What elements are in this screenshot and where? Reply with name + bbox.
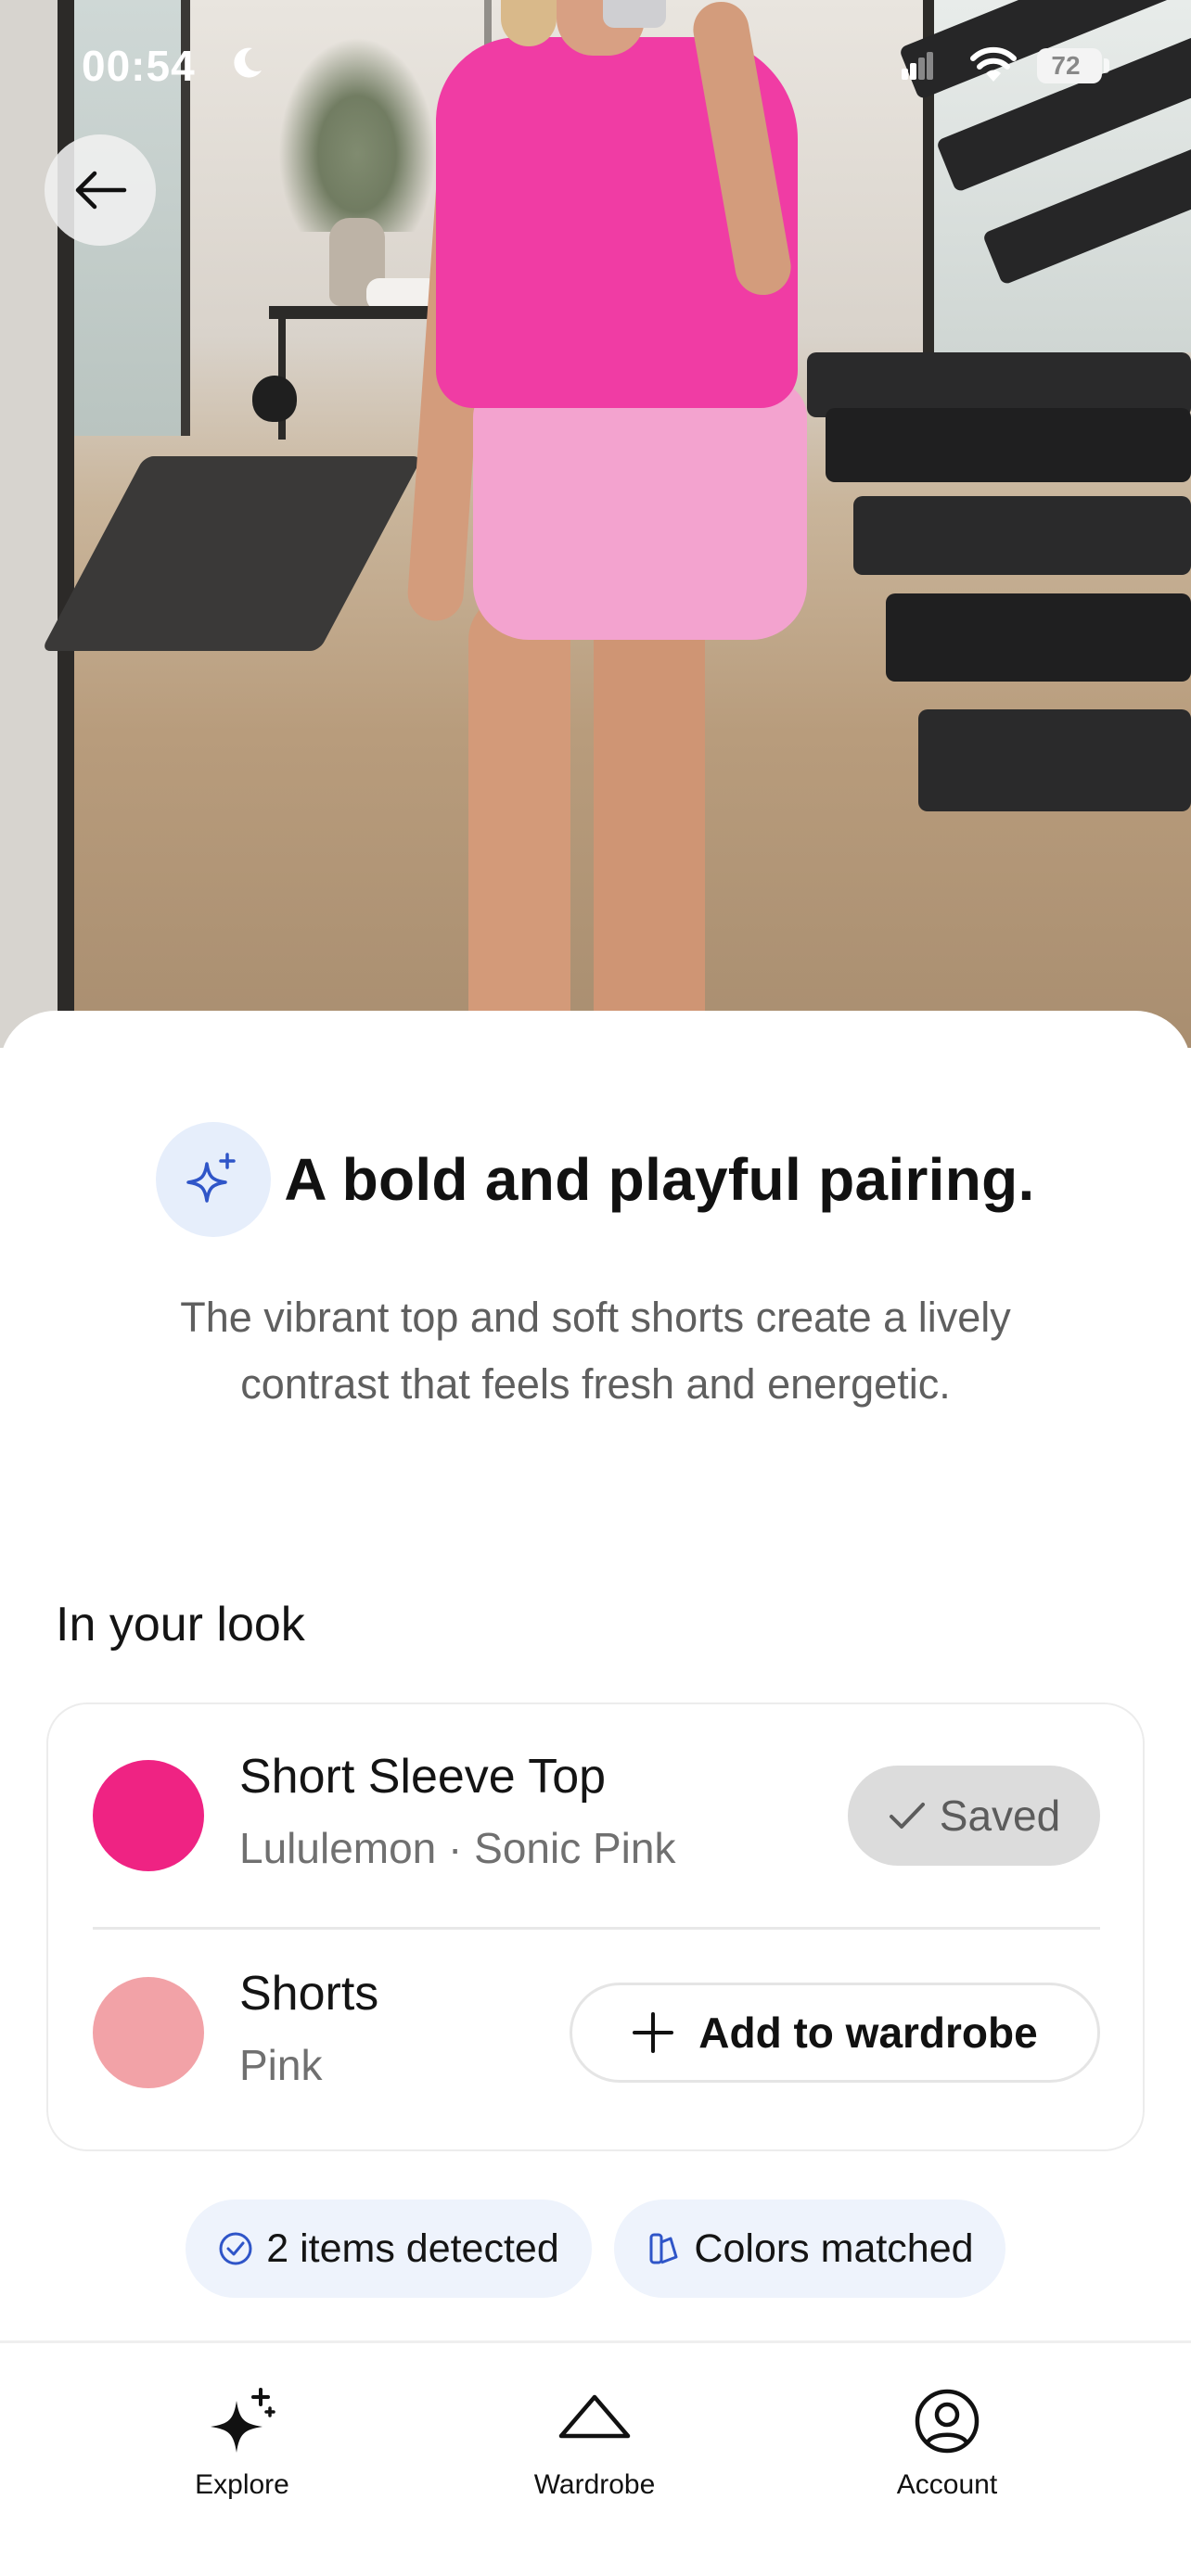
chip-label: Colors matched xyxy=(694,2225,974,2271)
add-label: Add to wardrobe xyxy=(698,2009,1038,2057)
sparkles-icon xyxy=(211,2388,275,2453)
photo-person-leg xyxy=(468,593,570,1048)
photo-treadmill xyxy=(853,496,1191,575)
photo-shorts xyxy=(473,380,807,640)
back-button[interactable] xyxy=(45,134,156,246)
chip-label: 2 items detected xyxy=(266,2225,559,2271)
outfit-photo xyxy=(0,0,1191,1048)
tab-bar: Explore Wardrobe Account xyxy=(0,2340,1191,2576)
moon-icon xyxy=(234,47,262,78)
look-description: The vibrant top and soft shorts create a… xyxy=(180,1294,1011,1408)
item-detail: Lululemon · Sonic Pink xyxy=(239,1824,676,1872)
photo-yoga-mat xyxy=(41,456,423,651)
add-to-wardrobe-button[interactable]: Add to wardrobe xyxy=(570,1983,1100,2083)
check-circle-icon xyxy=(219,2232,252,2265)
swatch-icon xyxy=(649,2233,678,2264)
photo-shelf xyxy=(269,306,445,319)
person-circle-icon xyxy=(915,2389,980,2454)
color-swatch xyxy=(93,1977,204,2088)
item-name: Short Sleeve Top xyxy=(239,1750,607,1804)
tab-label: Explore xyxy=(195,2469,289,2500)
tab-label: Wardrobe xyxy=(533,2469,656,2500)
items-detected-chip: 2 items detected xyxy=(186,2200,592,2298)
colors-matched-chip: Colors matched xyxy=(614,2200,1005,2298)
photo-treadmill xyxy=(886,593,1191,682)
look-items-card: Short Sleeve Top Lululemon · Sonic Pink … xyxy=(46,1702,1145,2151)
photo-phone xyxy=(603,0,666,28)
look-headline: A bold and playful pairing. xyxy=(284,1146,1035,1213)
tab-account[interactable]: Account xyxy=(808,2384,1086,2501)
section-title: In your look xyxy=(56,1598,305,1651)
photo-treadmill xyxy=(826,408,1191,482)
photo-treadmill xyxy=(918,709,1191,811)
check-icon xyxy=(889,1803,925,1829)
look-item-row: Shorts Pink Add to wardrobe xyxy=(48,1929,1143,2151)
look-item-row: Short Sleeve Top Lululemon · Sonic Pink … xyxy=(48,1704,1143,1930)
tab-wardrobe[interactable]: Wardrobe xyxy=(455,2384,734,2501)
photo-plant xyxy=(278,37,436,232)
saved-label: Saved xyxy=(939,1792,1061,1840)
color-swatch xyxy=(93,1760,204,1871)
battery-indicator: 72 xyxy=(1037,48,1102,83)
headline-row: A bold and playful pairing. xyxy=(0,1122,1191,1237)
saved-button[interactable]: Saved xyxy=(848,1766,1100,1866)
hanger-icon xyxy=(558,2394,631,2439)
item-name: Shorts xyxy=(239,1967,379,2021)
item-detail: Pink xyxy=(239,2041,323,2089)
battery-cap xyxy=(1104,58,1109,73)
wifi-icon xyxy=(970,46,1017,82)
arrow-left-icon xyxy=(75,171,127,210)
tab-explore[interactable]: Explore xyxy=(103,2384,381,2501)
sparkle-icon xyxy=(186,1153,237,1203)
sparkle-badge xyxy=(156,1122,272,1237)
photo-kettlebell xyxy=(252,376,297,422)
signal-icon xyxy=(902,52,933,80)
status-time: 00:54 xyxy=(82,42,196,90)
battery-level: 72 xyxy=(1051,51,1081,80)
plus-icon xyxy=(633,2012,674,2053)
photo-person-leg xyxy=(594,593,705,1048)
tab-label: Account xyxy=(896,2469,998,2500)
